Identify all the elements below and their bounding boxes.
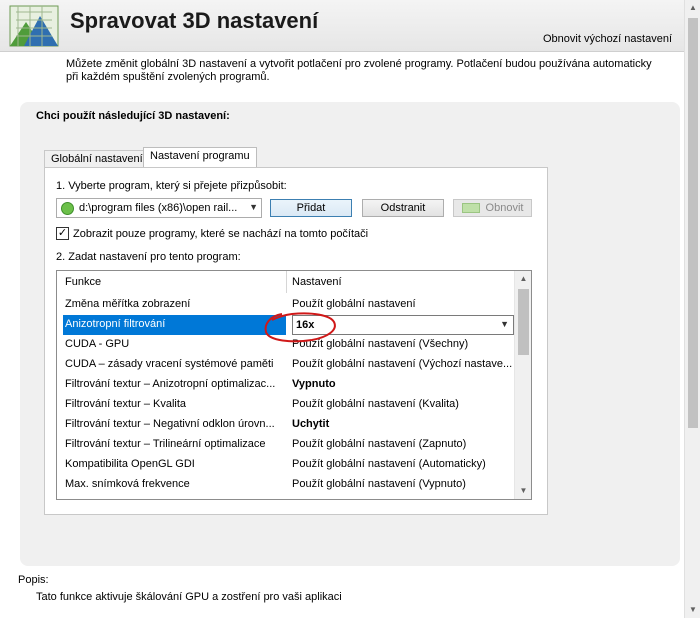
page-scrollbar-thumb[interactable] <box>688 18 698 428</box>
table-row[interactable]: Filtrování textur – Kvalita Použít globá… <box>63 395 515 415</box>
scroll-down-icon[interactable]: ▼ <box>685 602 700 618</box>
table-row[interactable]: Filtrování textur – Trilineární optimali… <box>63 435 515 455</box>
table-row[interactable]: CUDA – zásady vracení systémové paměti P… <box>63 355 515 375</box>
program-select[interactable]: d:\program files (x86)\open rail... ▼ <box>56 198 262 218</box>
table-row[interactable]: Kompatibilita OpenGL GDI Použít globální… <box>63 455 515 475</box>
feature-cell: Filtrování textur – Anizotropní optimali… <box>65 378 276 390</box>
setting-cell: Uchytit <box>292 418 330 430</box>
description-text: Tato funkce aktivuje škálování GPU a zos… <box>36 591 342 603</box>
chevron-down-icon: ▼ <box>249 202 258 212</box>
nvidia-icon <box>461 203 480 214</box>
restore-defaults-link[interactable]: Obnovit výchozí nastavení <box>543 33 672 45</box>
setting-cell: Použít globální nastavení <box>292 298 416 310</box>
feature-cell: CUDA – zásady vracení systémové paměti <box>65 358 274 370</box>
setting-cell: Použít globální nastavení (Automaticky) <box>292 458 486 470</box>
3d-settings-logo-icon <box>9 5 59 47</box>
grid-scrollbar[interactable]: ▲ ▼ <box>514 271 531 499</box>
setting-cell: Použít globální nastavení (Zapnuto) <box>292 438 467 450</box>
page-scrollbar[interactable]: ▲ ▼ <box>684 0 700 618</box>
description-title: Popis: <box>18 574 49 586</box>
annotation-circle-icon <box>264 312 336 343</box>
setting-cell: Použít globální nastavení (Kvalita) <box>292 398 459 410</box>
setting-cell: Použít globální nastavení (Vypnuto) <box>292 478 466 490</box>
page-title: Spravovat 3D nastavení <box>70 8 319 33</box>
restore-button-label: Obnovit <box>485 202 524 214</box>
feature-cell: Filtrování textur – Trilineární optimali… <box>65 438 266 450</box>
feature-cell: Max. snímková frekvence <box>65 478 190 490</box>
intro-text: Můžete změnit globální 3D nastavení a vy… <box>66 58 652 83</box>
scroll-down-icon[interactable]: ▼ <box>515 483 531 499</box>
step1-label: 1. Vyberte program, který si přejete při… <box>56 180 287 192</box>
step2-label: 2. Zadat nastavení pro tento program: <box>56 251 241 263</box>
feature-cell: Změna měřítka zobrazení <box>65 298 191 310</box>
setting-cell: Vypnuto <box>292 378 336 390</box>
local-programs-label: Zobrazit pouze programy, které se nacház… <box>73 228 369 240</box>
feature-cell: Filtrování textur – Negativní odklon úro… <box>65 418 275 430</box>
column-separator[interactable] <box>286 271 287 293</box>
panel-title: Chci použít následující 3D nastavení: <box>36 110 230 122</box>
remove-button[interactable]: Odstranit <box>362 199 444 217</box>
local-programs-checkbox[interactable]: ✓ <box>56 227 69 240</box>
scroll-up-icon[interactable]: ▲ <box>685 0 700 16</box>
restore-button[interactable]: Obnovit <box>453 199 532 217</box>
settings-grid: Funkce Nastavení Změna měřítka zobrazení… <box>56 270 532 500</box>
feature-cell: Kompatibilita OpenGL GDI <box>65 458 195 470</box>
feature-cell: Anizotropní filtrování <box>63 315 286 335</box>
table-row[interactable]: Max. snímková frekvence Použít globální … <box>63 475 515 495</box>
program-select-value: d:\program files (x86)\open rail... <box>79 202 238 214</box>
tab-global-settings[interactable]: Globální nastavení <box>44 150 150 168</box>
grid-scrollbar-thumb[interactable] <box>518 289 529 355</box>
tab-program-settings[interactable]: Nastavení programu <box>143 147 257 167</box>
feature-cell: CUDA - GPU <box>65 338 130 350</box>
page-header: Spravovat 3D nastavení Obnovit výchozí n… <box>0 0 684 52</box>
column-header-setting[interactable]: Nastavení <box>292 276 342 288</box>
table-row[interactable]: Filtrování textur – Anizotropní optimali… <box>63 375 515 395</box>
grid-header: Funkce Nastavení <box>57 271 515 293</box>
chevron-down-icon: ▼ <box>500 319 509 329</box>
add-button[interactable]: Přidat <box>270 199 352 217</box>
program-icon <box>61 202 74 215</box>
feature-cell: Filtrování textur – Kvalita <box>65 398 187 410</box>
scroll-up-icon[interactable]: ▲ <box>515 271 531 287</box>
column-header-feature[interactable]: Funkce <box>65 276 101 288</box>
table-row[interactable]: Filtrování textur – Negativní odklon úro… <box>63 415 515 435</box>
setting-cell: Použít globální nastavení (Výchozí nasta… <box>292 358 513 370</box>
